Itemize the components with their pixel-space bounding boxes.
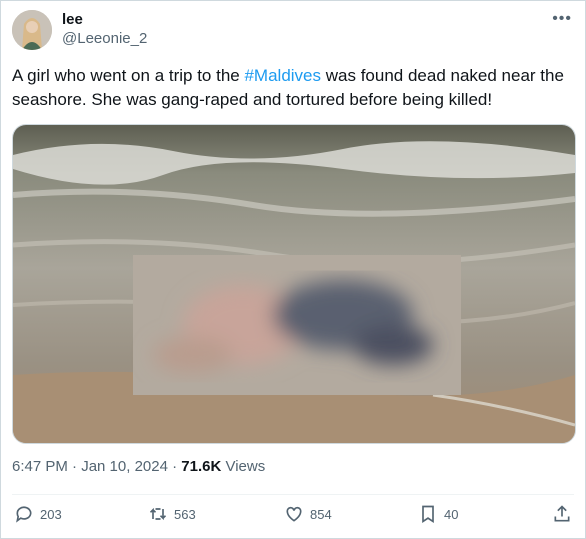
tweet-text: A girl who went on a trip to the #Maldiv… (12, 64, 572, 112)
reply-icon (16, 506, 32, 523)
hashtag-link[interactable]: #Maldives (244, 66, 321, 85)
bookmark-button[interactable]: 40 (418, 504, 458, 524)
retweet-icon (149, 507, 167, 521)
bookmark-count: 40 (444, 506, 459, 522)
share-icon (554, 505, 570, 522)
more-horizontal-icon[interactable]: ••• (552, 10, 572, 28)
user-handle[interactable]: @Leeonie_2 (62, 29, 147, 49)
retweet-button[interactable]: 563 (148, 504, 196, 524)
reply-button[interactable]: 203 (14, 504, 62, 524)
tweet-header: lee @Leeonie_2 (12, 8, 147, 52)
meta-separator: · (172, 458, 182, 475)
views-count: 71.6K (181, 458, 222, 475)
tweet-text-part: A girl who went on a trip to the (12, 66, 245, 85)
display-name[interactable]: lee (62, 11, 147, 29)
bookmark-icon (422, 505, 434, 524)
like-count: 854 (310, 506, 332, 522)
avatar[interactable] (12, 10, 52, 50)
views-label: Views (225, 458, 266, 475)
like-button[interactable]: 854 (284, 504, 332, 524)
divider (12, 494, 574, 495)
retweet-count: 563 (174, 506, 196, 522)
heart-icon (286, 506, 302, 522)
reply-count: 203 (40, 506, 62, 522)
tweet-actions: 203 563 854 40 (0, 504, 586, 534)
timestamp[interactable]: 6:47 PM · Jan 10, 2024 (12, 458, 168, 475)
share-button[interactable] (552, 504, 578, 524)
tweet-media-image[interactable] (12, 124, 576, 444)
tweet-meta: 6:47 PM · Jan 10, 2024 · 71.6K Views (12, 458, 265, 475)
